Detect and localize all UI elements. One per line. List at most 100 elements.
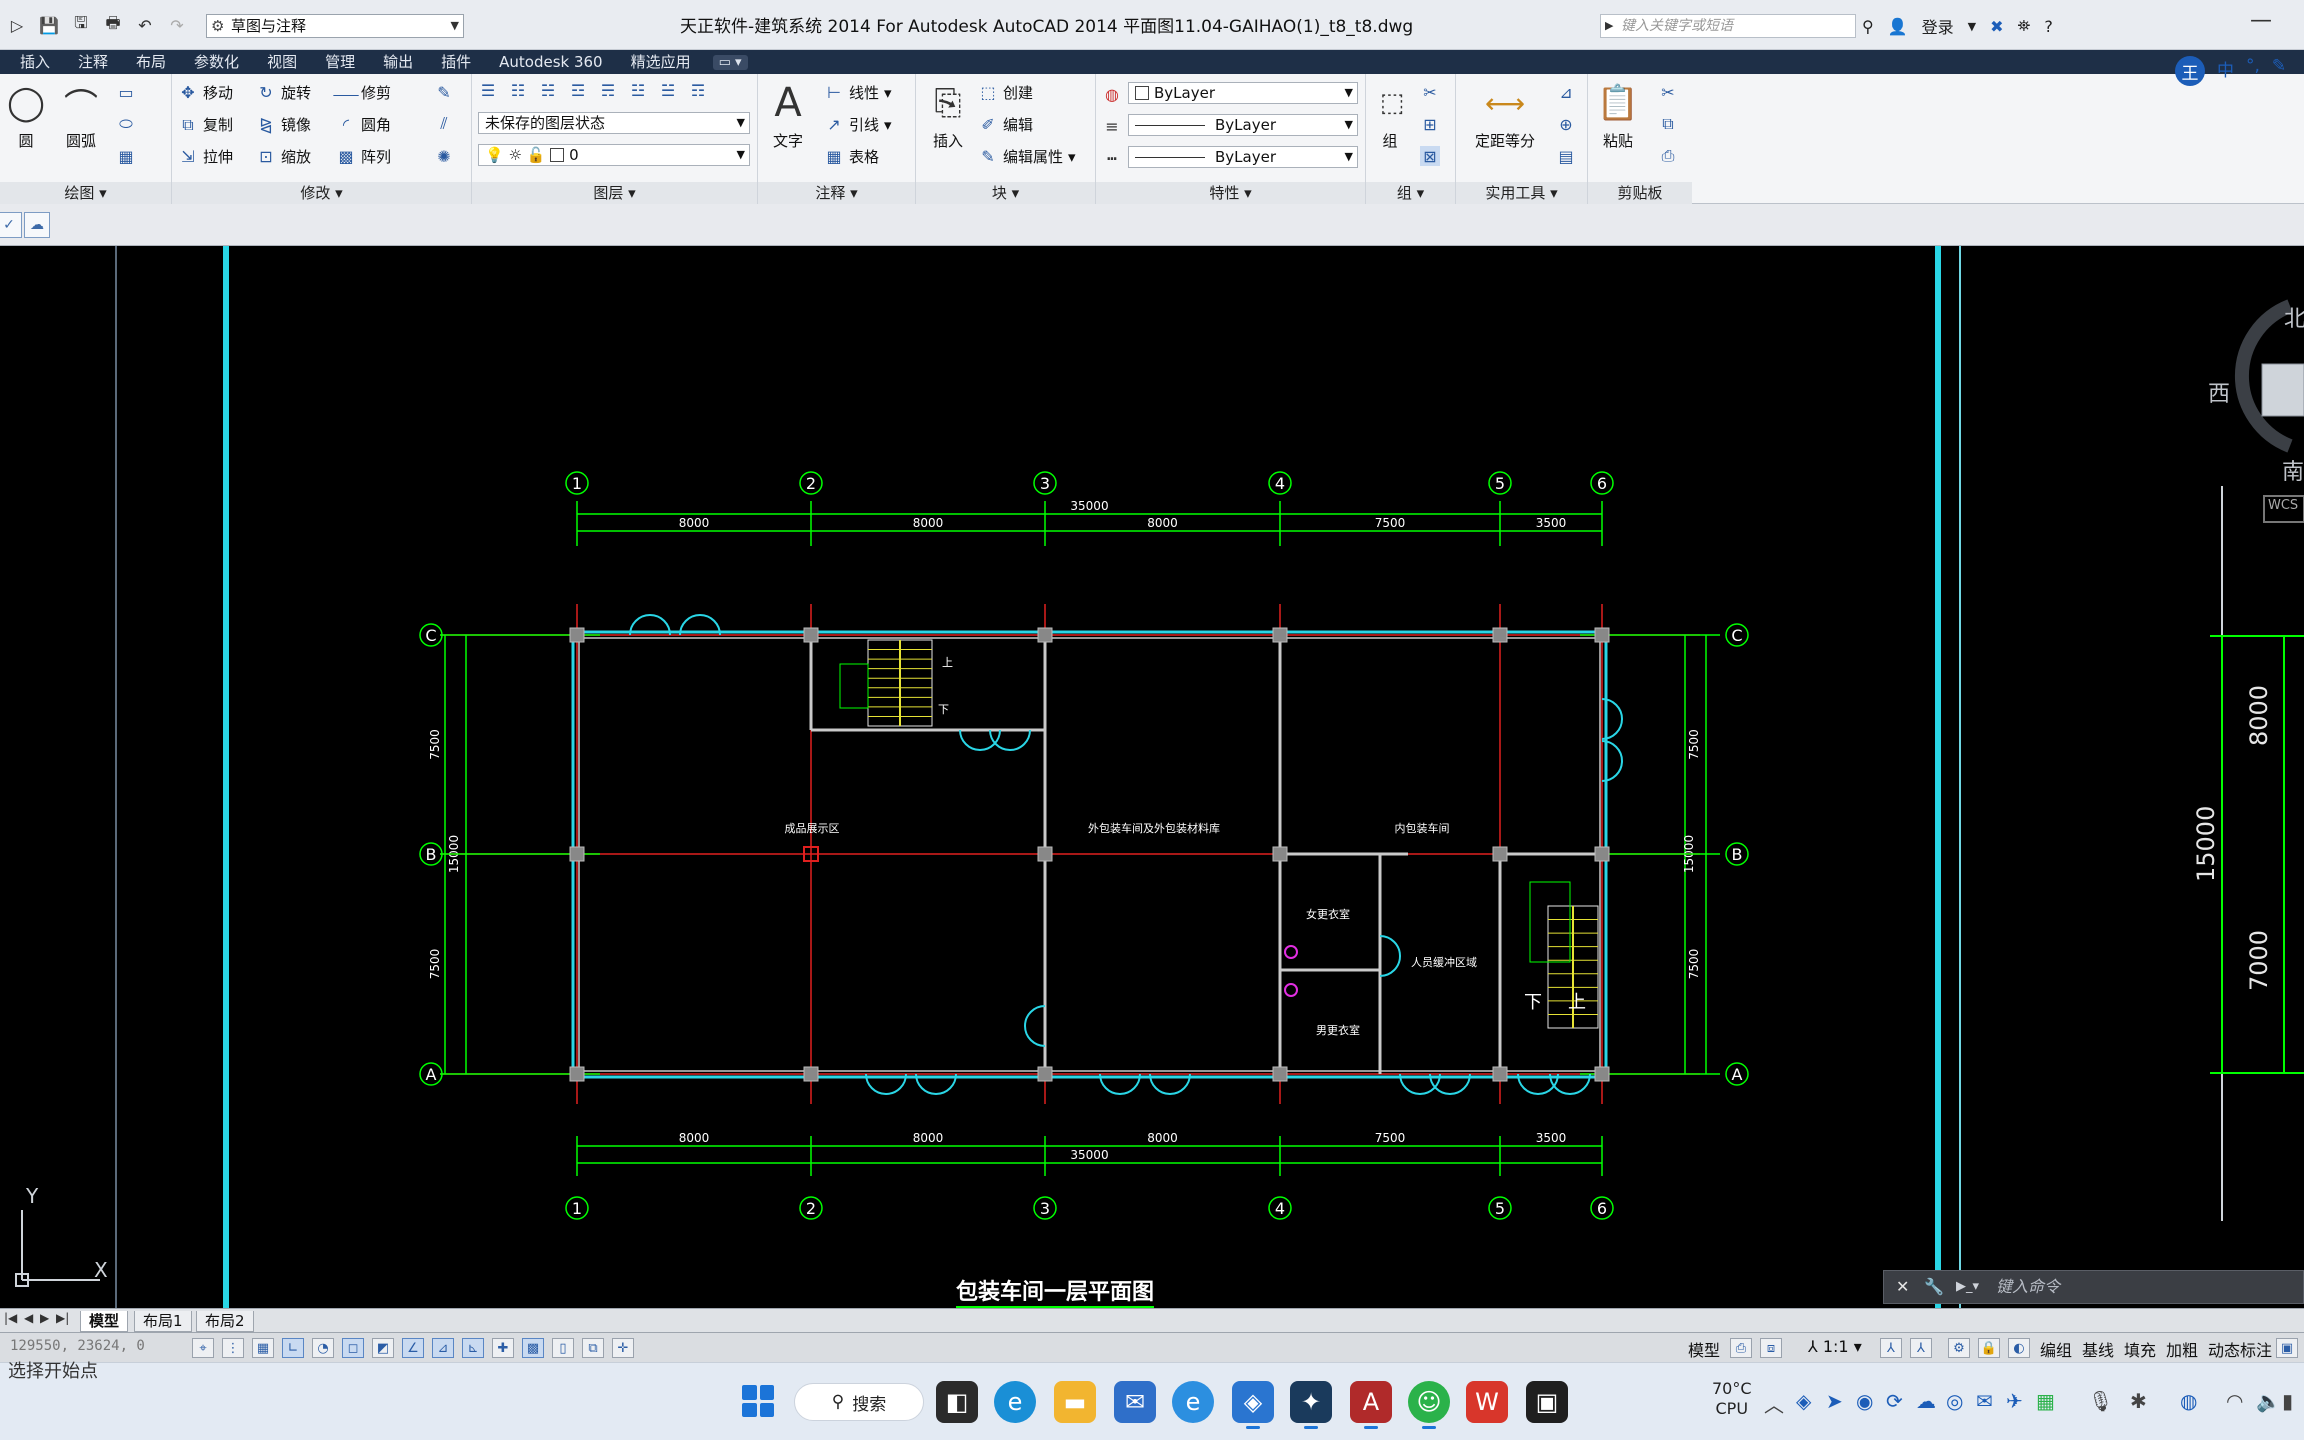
ellipse-button[interactable]: ⬭ [116,114,136,134]
match-prop-button[interactable]: ⎙ [1658,146,1678,166]
tab-insert[interactable]: 插入 [0,50,64,74]
menu-arrow-icon[interactable]: ▷ [6,14,28,36]
panel-title-draw[interactable]: 绘图 ▾ [0,182,171,204]
offset-button[interactable]: ⫽ [434,114,454,134]
tab-plugins[interactable]: 插件 [427,50,485,74]
layer-off-icon[interactable]: ☴ [598,80,618,100]
next-tab-icon[interactable]: ▶ [40,1311,49,1325]
status-fill[interactable]: 填充 [2124,1337,2156,1361]
mail-icon[interactable]: ✉ [1114,1381,1156,1423]
linetype-select[interactable]: ByLayer ▼ [1128,114,1358,136]
tray-app-icon-2[interactable]: ➤ [1826,1389,1843,1413]
ducs-icon[interactable]: ⊿ [432,1338,454,1358]
linear-dim-button[interactable]: ⊢ 线性 ▾ [824,82,892,103]
tab-view[interactable]: 视图 [253,50,311,74]
first-tab-icon[interactable]: |◀ [4,1311,17,1325]
microphone-icon[interactable]: 🎙 [2088,1389,2113,1413]
leader-button[interactable]: ↗ 引线 ▾ [824,114,891,135]
quick-props-icon[interactable]: ▯ [552,1338,574,1358]
tab-annotate[interactable]: 注释 [64,50,122,74]
edit-block-button[interactable]: ✐ 编辑 [978,114,1033,135]
clean-screen-icon[interactable]: ▣ [2276,1338,2298,1358]
layer-previous-icon[interactable]: ☵ [538,80,558,100]
tray-app-icon-9[interactable]: ▦ [2036,1389,2055,1413]
tray-app-icon-3[interactable]: ◉ [1856,1389,1873,1413]
redo-icon[interactable]: ↷ [166,14,188,36]
mirror-button[interactable]: ⧎ 镜像 [256,114,311,135]
quick-view-drawings-icon[interactable]: ⧈ [1760,1338,1782,1358]
group-button[interactable]: ⬚ 组 [1370,80,1410,151]
ungroup-button[interactable]: ✂ [1420,82,1440,102]
stretch-button[interactable]: ⇲ 拉伸 [178,146,233,167]
selection-cycling-icon[interactable]: ⧉ [582,1338,604,1358]
file-explorer-icon[interactable]: ▬ [1054,1381,1096,1423]
ime-logo-icon[interactable]: 王 [2175,56,2205,86]
annotation-visibility-icon[interactable]: ⅄ [1880,1338,1902,1358]
rotate-button[interactable]: ↻ 旋转 [256,82,311,103]
explode-button[interactable]: ✺ [434,146,454,166]
ie-browser-icon[interactable]: e [1172,1381,1214,1423]
edit-attribute-button[interactable]: ✎ 编辑属性 ▾ [978,146,1075,167]
a360-icon[interactable]: ⛯ [2018,16,2031,36]
panel-title-block[interactable]: 块 ▾ [916,182,1095,204]
taskbar-search[interactable]: ⚲ 搜索 [794,1383,924,1421]
start-button[interactable] [742,1385,774,1417]
snap-icon[interactable]: ⋮ [222,1338,244,1358]
calculator-button[interactable]: ▤ [1556,146,1576,166]
tab-featured-apps[interactable]: 精选应用 [617,50,705,74]
panel-title-modify[interactable]: 修改 ▾ [172,182,471,204]
lock-ui-icon[interactable]: 🔒 [1978,1338,2000,1358]
infer-constraints-icon[interactable]: ⌖ [192,1338,214,1358]
layer-match-icon[interactable]: ☷ [508,80,528,100]
tray-app-icon-1[interactable]: ◈ [1796,1389,1811,1413]
status-baseline[interactable]: 基线 [2082,1337,2114,1361]
panel-title-annotation[interactable]: 注释 ▾ [758,182,915,204]
binoculars-icon[interactable]: ⚲ [1862,17,1874,36]
status-dyn-dim[interactable]: 动态标注 [2208,1337,2272,1361]
battery-icon[interactable]: ▮ [2282,1389,2293,1413]
3d-osnap-icon[interactable]: ◩ [372,1338,394,1358]
login-button[interactable]: 登录 [1922,14,1954,38]
command-line[interactable]: ✕ 🔧 ▶_▾ 键入命令 [1883,1270,2304,1304]
layer-freeze-icon[interactable]: ☳ [628,80,648,100]
panel-title-properties[interactable]: 特性 ▾ [1096,182,1365,204]
prev-tab-icon[interactable]: ◀ [24,1311,33,1325]
layer-lock-icon[interactable]: ☱ [658,80,678,100]
save-as-icon[interactable]: 🖫 [70,13,92,36]
lineweight-select[interactable]: ByLayer ▼ [1128,146,1358,168]
circle-button[interactable]: ◯ 圆 [2,80,50,151]
trim-button[interactable]: ⸺ 修剪 [333,82,391,104]
undo-icon[interactable]: ↶ [134,14,156,36]
tray-expand-icon[interactable]: ︿ [1764,1389,1784,1418]
copy-button[interactable]: ⧉ 复制 [178,114,233,135]
workspace-select[interactable]: ⚙ 草图与注释 ▼ [206,14,464,38]
app-icon-dark[interactable]: ✦ [1290,1381,1332,1429]
rectangle-button[interactable]: ▭ [116,82,136,102]
auto-scale-icon[interactable]: ⅄ [1910,1338,1932,1358]
tab-layout[interactable]: 布局 [122,50,180,74]
ime-lang[interactable]: 中 [2217,56,2234,86]
tray-app-icon-6[interactable]: ◎ [1946,1389,1963,1413]
dropdown-icon[interactable]: ▼ [1968,20,1976,33]
osnap-icon[interactable]: ◻ [342,1338,364,1358]
tray-app-icon-7[interactable]: ✉ [1976,1389,1993,1413]
ime-pen-icon[interactable]: ✎ [2272,56,2286,86]
status-group[interactable]: 编组 [2040,1337,2072,1361]
tab-model[interactable]: 模型 [80,1311,129,1332]
save-icon[interactable]: 💾 [38,14,60,36]
tab-autodesk-360[interactable]: Autodesk 360 [485,50,616,74]
panel-title-groups[interactable]: 组 ▾ [1366,182,1455,204]
check-icon[interactable]: ✓ [0,212,22,238]
wrench-icon[interactable]: 🔧 [1924,1271,1944,1303]
print-icon[interactable]: 🖶 [102,13,124,36]
tray-app-icon-4[interactable]: ⟳ [1886,1389,1903,1413]
speaker-icon[interactable]: 🔈 [2256,1389,2281,1413]
tray-app-icon-8[interactable]: ✈ [2006,1389,2023,1413]
help-search-input[interactable]: ▶ 键入关键字或短语 [1600,14,1856,38]
quick-view-layouts-icon[interactable]: ⎙ [1730,1338,1752,1358]
layer-isolate-icon[interactable]: ☲ [568,80,588,100]
tab-layout1[interactable]: 布局1 [134,1311,192,1332]
annotation-monitor-icon[interactable]: ✛ [612,1338,634,1358]
task-view-icon[interactable]: ◧ [936,1381,978,1423]
layer-state-select[interactable]: 未保存的图层状态 ▼ [478,112,750,134]
